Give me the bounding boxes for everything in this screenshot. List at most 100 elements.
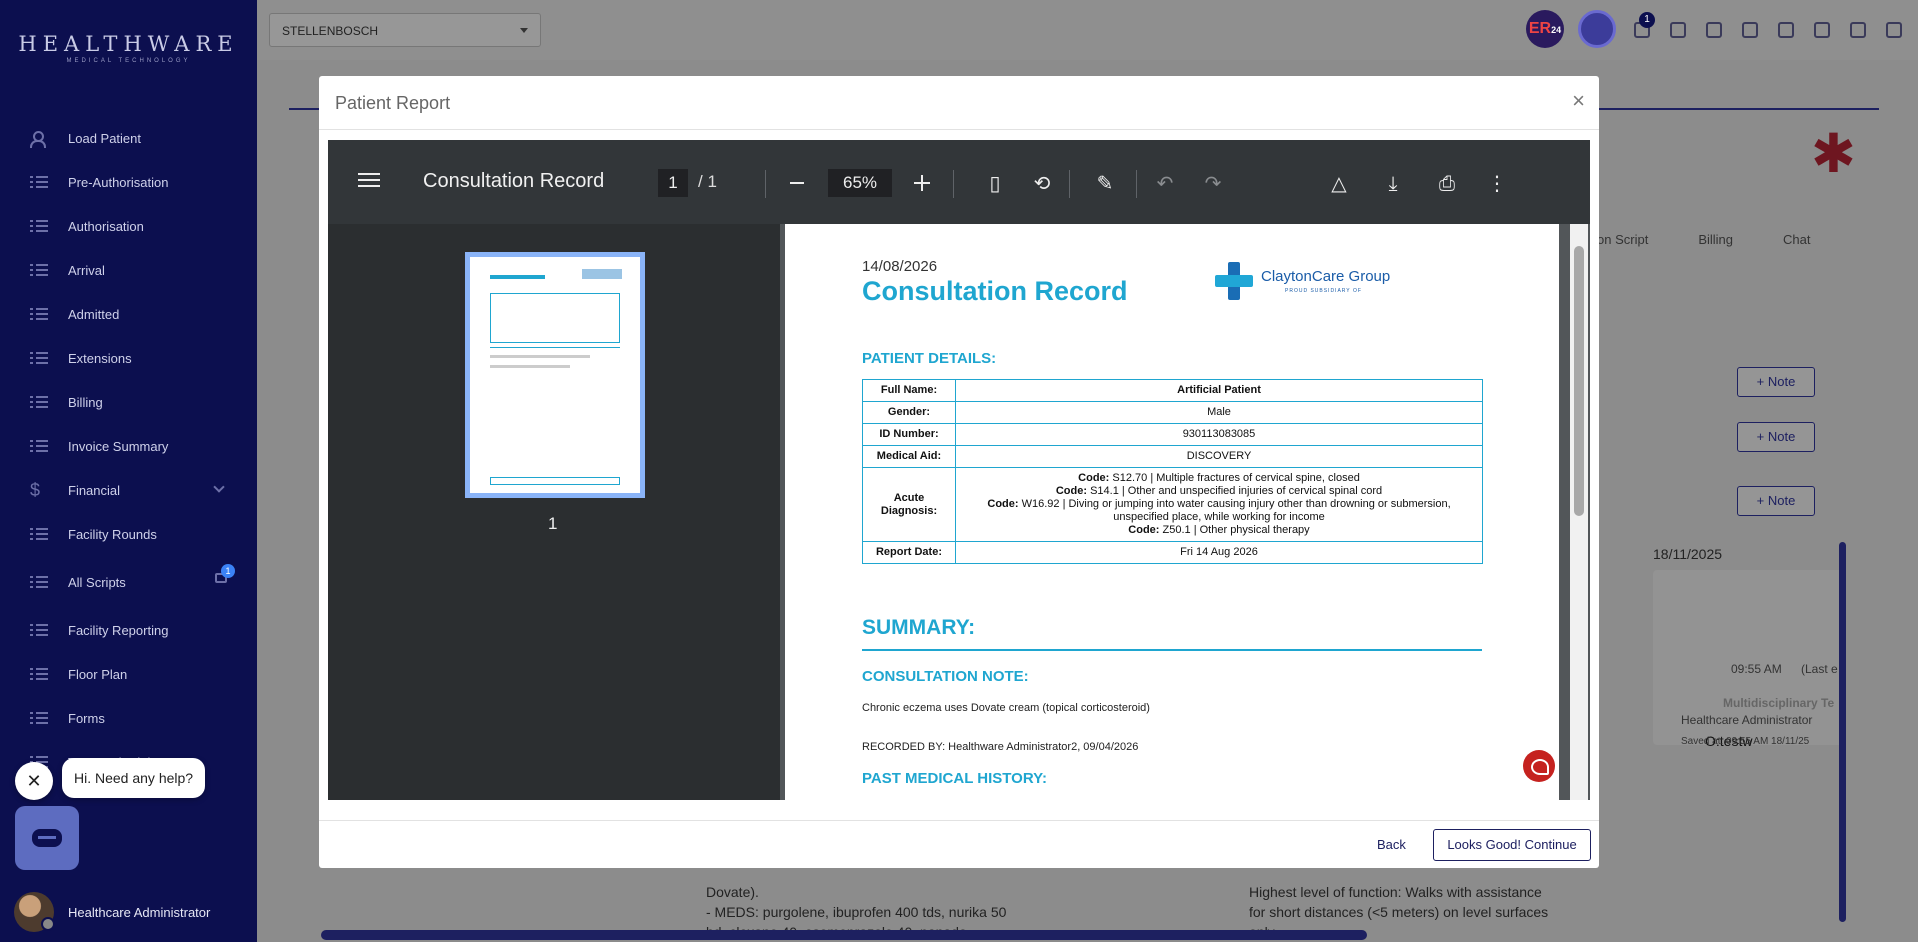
- card-saved: Saved at: 09:55 AM 18/11/25: [1681, 736, 1810, 747]
- logo-name: ClaytonCare Group: [1261, 268, 1391, 285]
- sidebar-item-all-scripts[interactable]: All Scripts 1: [0, 556, 257, 608]
- zoom-out-icon[interactable]: [790, 182, 804, 184]
- add-note-button[interactable]: + Note: [1737, 486, 1815, 516]
- menu-icon[interactable]: [358, 173, 380, 175]
- brand-tagline: MEDICAL TECHNOLOGY: [66, 58, 191, 64]
- table-row: Gender: Male: [862, 401, 1483, 424]
- continue-button[interactable]: Looks Good! Continue: [1433, 829, 1591, 861]
- chat-close-button[interactable]: ✕: [15, 762, 53, 800]
- background-tabs: on Script Billing Chat: [1597, 232, 1810, 247]
- tab-script[interactable]: on Script: [1597, 232, 1648, 247]
- horizontal-scrollbar[interactable]: [321, 930, 1367, 940]
- table-label: Medical Aid:: [862, 445, 956, 468]
- patient-report-modal: Patient Report × Consultation Record 1 /…: [319, 76, 1599, 868]
- brand-logo[interactable]: HEALTHWARE MEDICAL TECHNOLOGY: [0, 32, 257, 64]
- sidebar-nav: Load Patient Pre-Authorisation Authorisa…: [0, 116, 257, 784]
- ai-assistant-icon[interactable]: [1578, 10, 1616, 48]
- sidebar-item-admitted[interactable]: Admitted: [0, 292, 257, 336]
- download-icon[interactable]: ⤓: [1382, 173, 1404, 195]
- medical-cross-icon: [1215, 262, 1253, 300]
- asterisk-icon: ✱: [1810, 124, 1856, 184]
- power-icon[interactable]: [1882, 18, 1904, 40]
- past-medical-history-heading: PAST MEDICAL HISTORY:: [862, 770, 1048, 787]
- user-profile[interactable]: Healthcare Administrator: [14, 892, 210, 932]
- sidebar-item-authorisation[interactable]: Authorisation: [0, 204, 257, 248]
- divider: [953, 170, 954, 198]
- link-icon[interactable]: [1702, 18, 1724, 40]
- list-icon: [30, 395, 50, 409]
- zoom-in-icon[interactable]: [914, 175, 930, 191]
- facility-select[interactable]: STELLENBOSCH: [269, 13, 541, 47]
- more-options-icon[interactable]: ⋮: [1486, 173, 1508, 195]
- sidebar-item-extensions[interactable]: Extensions: [0, 336, 257, 380]
- pdf-scrollbar[interactable]: [1570, 224, 1588, 800]
- sidebar-item-arrival[interactable]: Arrival: [0, 248, 257, 292]
- calendar-icon[interactable]: [1738, 18, 1760, 40]
- add-user-icon: [30, 131, 50, 148]
- card-author: Healthcare Administrator: [1681, 713, 1813, 727]
- divider: [765, 170, 766, 198]
- sidebar-item-pre-authorisation[interactable]: Pre-Authorisation: [0, 160, 257, 204]
- back-button[interactable]: Back: [1377, 837, 1406, 852]
- sidebar-item-financial[interactable]: $ Financial: [0, 468, 257, 512]
- timeline-date: 18/11/2025: [1653, 546, 1723, 562]
- table-row: Full Name: Artificial Patient: [862, 379, 1483, 402]
- table-value: Male: [955, 401, 1483, 424]
- annotate-icon[interactable]: ✎: [1094, 173, 1116, 195]
- help-icon[interactable]: [1810, 18, 1832, 40]
- rotate-icon[interactable]: ⟲: [1031, 173, 1053, 195]
- logo-subtitle: PROUD SUBSIDIARY OF: [1285, 288, 1362, 294]
- document-date: 14/08/2026: [862, 258, 938, 275]
- diagnosis-item: Code: S14.1 | Other and unspecified inju…: [1055, 485, 1383, 497]
- table-value: Fri 14 Aug 2026: [955, 541, 1483, 564]
- diagnosis-list: Code: S12.70 | Multiple fractures of cer…: [955, 467, 1483, 542]
- diagnosis-item: Code: W16.92 | Diving or jumping into wa…: [987, 498, 1451, 523]
- chat-launcher-button[interactable]: [15, 806, 79, 870]
- briefcase-icon[interactable]: [1774, 18, 1796, 40]
- sidebar-item-label: Floor Plan: [68, 666, 128, 682]
- list-icon: [30, 527, 50, 541]
- table-row: Acute Diagnosis: Code: S12.70 | Multiple…: [862, 467, 1483, 542]
- sidebar-item-floor-plan[interactable]: Floor Plan: [0, 652, 257, 696]
- sidebar-item-forms[interactable]: Forms: [0, 696, 257, 740]
- chat-greeting[interactable]: Hi. Need any help?: [62, 758, 206, 798]
- page-number-input[interactable]: 1: [658, 169, 688, 197]
- bell-icon[interactable]: 1: [1630, 12, 1655, 40]
- sidebar-item-load-patient[interactable]: Load Patient: [0, 116, 257, 160]
- add-note-button[interactable]: + Note: [1737, 422, 1815, 452]
- drive-icon[interactable]: △: [1328, 173, 1350, 195]
- er24-icon[interactable]: ER24: [1526, 10, 1564, 48]
- pdf-toolbar: Consultation Record 1 / 1 65% ▯ ⟲ ✎ ↶ ↷ …: [328, 140, 1590, 224]
- sidebar: HEALTHWARE MEDICAL TECHNOLOGY Load Patie…: [0, 0, 257, 942]
- bg-right-text-2: for short distances (<5 meters) on level…: [1249, 904, 1549, 920]
- bg-right-text-1: Highest level of function: Walks with as…: [1249, 884, 1542, 900]
- zoom-input[interactable]: 65%: [828, 169, 892, 197]
- pdf-viewer: Consultation Record 1 / 1 65% ▯ ⟲ ✎ ↶ ↷ …: [328, 140, 1590, 800]
- thumbnail-number: 1: [548, 514, 558, 533]
- fit-page-icon[interactable]: ▯: [984, 173, 1006, 195]
- list-icon: [30, 307, 50, 321]
- print-icon[interactable]: ⎙: [1436, 173, 1458, 195]
- tab-chat[interactable]: Chat: [1783, 232, 1810, 247]
- sidebar-item-facility-reporting[interactable]: Facility Reporting: [0, 608, 257, 652]
- acrobat-icon[interactable]: [1523, 750, 1555, 782]
- page-thumbnail[interactable]: [465, 252, 645, 498]
- close-icon[interactable]: ×: [1572, 90, 1585, 112]
- add-note-button[interactable]: + Note: [1737, 367, 1815, 397]
- list-icon: [30, 667, 50, 681]
- undo-icon[interactable]: ↶: [1154, 173, 1176, 195]
- sidebar-item-billing[interactable]: Billing: [0, 380, 257, 424]
- scrollbar-thumb[interactable]: [1574, 246, 1584, 516]
- redo-icon[interactable]: ↷: [1202, 173, 1224, 195]
- chat-icon[interactable]: [1666, 18, 1688, 40]
- tab-billing[interactable]: Billing: [1698, 232, 1733, 247]
- sidebar-item-label: Pre-Authorisation: [68, 174, 169, 190]
- sidebar-item-facility-rounds[interactable]: Facility Rounds: [0, 512, 257, 556]
- gear-icon[interactable]: [1846, 18, 1868, 40]
- card-time: 09:55 AM: [1731, 662, 1782, 676]
- sidebar-item-label: Facility Reporting: [68, 622, 169, 638]
- sidebar-item-invoice-summary[interactable]: Invoice Summary: [0, 424, 257, 468]
- table-label: Full Name:: [862, 379, 956, 402]
- pdf-title: Consultation Record: [423, 170, 605, 192]
- vertical-scrollbar[interactable]: [1839, 542, 1846, 922]
